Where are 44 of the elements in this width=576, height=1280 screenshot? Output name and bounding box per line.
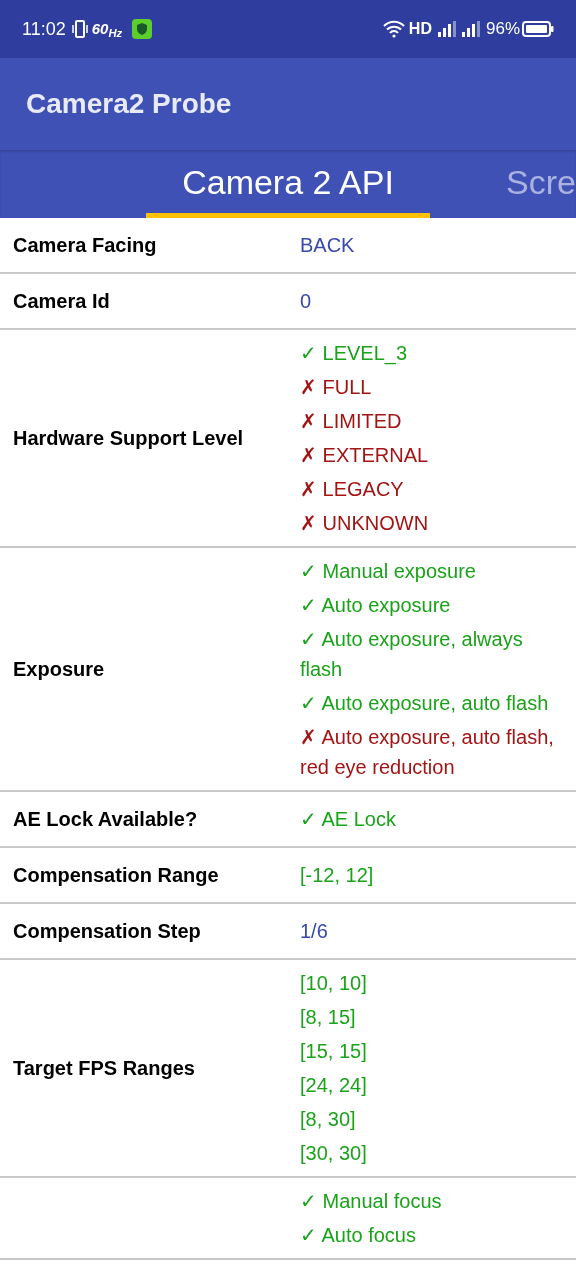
property-value: ✓ AE Lock [300,807,397,832]
property-value: 1/6 [300,919,329,944]
property-label: Exposure [13,658,105,680]
property-value: ✗ LIMITED [300,409,403,434]
property-value: [10, 10] [300,971,368,996]
property-value: ✗ EXTERNAL [300,443,430,468]
property-value: BACK [300,233,356,258]
property-label: Hardware Support Level [13,427,244,449]
wifi-icon [381,20,406,38]
property-value: [8, 15] [300,1005,357,1030]
property-label: Target FPS Ranges [13,1057,195,1079]
property-value: ✗ LEGACY [300,477,405,502]
property-value: [-12, 12] [300,863,375,888]
property-value: ✓ Auto focus [300,1223,417,1248]
property-label: AE Lock Available? [13,808,198,830]
tab[interactable]: Camera 2 API [146,150,430,218]
property-value: ✓ Auto exposure, auto flash [300,691,550,716]
property-label: Compensation Range [13,864,219,886]
property-value: ✓ Auto exposure, always flash [300,627,524,682]
property-value: ✓ Auto exposure [300,593,452,618]
status-time: 11:02 [22,17,66,41]
property-value: [15, 15] [300,1039,368,1064]
refresh-rate: 60$_{Hz}$ [91,18,123,41]
battery-percent: 96% [485,18,520,41]
property-value: [8, 30] [300,1107,357,1132]
property-label: Camera Id [13,290,110,312]
app-title: Camera2 Probe [26,87,232,121]
property-label: Camera Facing [13,234,157,256]
shield-app-icon [132,19,153,39]
property-label: Compensation Step [13,920,201,942]
property-value: ✓ Manual exposure [300,559,477,584]
property-value: [24, 24] [300,1073,368,1098]
property-value: ✓ LEVEL_3 [300,341,409,367]
property-value: ✗ UNKNOWN [300,511,430,536]
property-value: 0 [300,289,313,314]
vibrate-icon [71,19,88,39]
battery-icon [522,21,554,37]
signal-icon [437,21,456,37]
property-value: [30, 30] [300,1141,368,1166]
network-type: HD [408,19,432,39]
property-value: ✗ FULL [300,375,373,400]
property-value: ✗ Auto exposure, auto flash, red eye reduction [300,725,555,780]
property-value: ✓ Manual focus [300,1189,443,1214]
signal-icon [461,21,480,37]
